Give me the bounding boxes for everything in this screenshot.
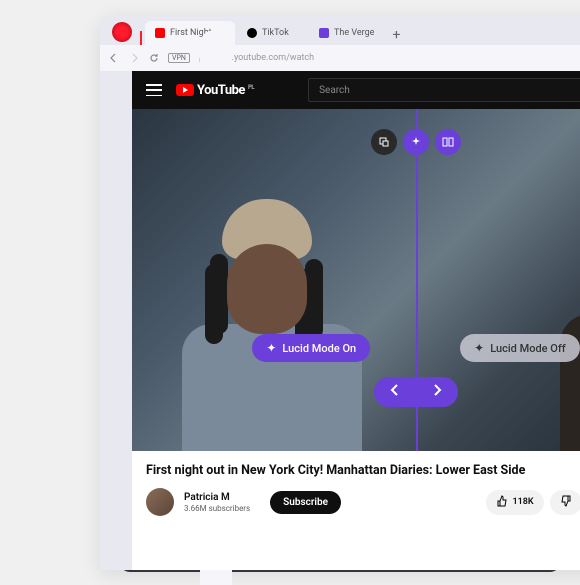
lucid-compare-button[interactable] — [435, 129, 461, 155]
video-frame-right — [530, 169, 580, 451]
youtube-play-icon — [176, 84, 194, 96]
subscribe-button[interactable]: Subscribe — [270, 491, 341, 514]
tab-label: The Verge — [334, 28, 374, 38]
channel-name: Patricia M — [184, 492, 250, 503]
back-button[interactable] — [108, 52, 120, 64]
popout-button[interactable] — [371, 129, 397, 155]
browser-window: First Night out in N TikTok The Verge + … — [100, 15, 580, 570]
video-title: First night out in New York City! Manhat… — [146, 463, 580, 478]
address-bar: VPN 🔒 www.youtube.com/watch — [100, 45, 580, 71]
video-actions: 118K Share — [486, 490, 580, 515]
lucid-mode-on-pill[interactable]: ✦ Lucid Mode On — [252, 334, 370, 362]
like-count: 118K — [513, 497, 534, 507]
active-tab-indicator — [140, 31, 142, 45]
like-button[interactable]: 118K — [486, 490, 544, 515]
lucid-toolbar — [371, 129, 461, 155]
page-content: YouTube PL Search — [132, 71, 580, 570]
tab-strip: First Night out in N TikTok The Verge + — [100, 15, 580, 45]
vpn-badge[interactable]: VPN — [168, 53, 190, 63]
lucid-nav-pill — [374, 377, 458, 407]
youtube-logo[interactable]: YouTube PL — [176, 83, 254, 98]
forward-button[interactable] — [128, 52, 140, 64]
search-input[interactable]: Search — [308, 78, 580, 102]
channel-avatar[interactable] — [146, 488, 174, 516]
youtube-region: PL — [248, 84, 254, 91]
thumbs-down-icon — [560, 495, 572, 510]
youtube-favicon-icon — [155, 28, 165, 38]
url-input[interactable]: 🔒 www.youtube.com/watch — [198, 53, 580, 63]
reload-button[interactable] — [148, 52, 160, 64]
sparkle-icon: ✦ — [474, 341, 484, 355]
dislike-button[interactable] — [550, 490, 580, 515]
hamburger-menu-button[interactable] — [146, 84, 162, 96]
tiktok-favicon-icon — [247, 28, 257, 38]
lucid-mode-off-pill[interactable]: ✦ Lucid Mode Off — [460, 334, 579, 362]
youtube-header: YouTube PL Search — [132, 71, 580, 109]
video-metadata: First night out in New York City! Manhat… — [132, 451, 580, 528]
tab-label: TikTok — [262, 28, 289, 38]
tab-verge[interactable]: The Verge — [309, 21, 384, 45]
sparkle-icon: ✦ — [266, 341, 276, 355]
lucid-prev-button[interactable] — [384, 382, 406, 402]
lucid-sparkle-button[interactable] — [403, 129, 429, 155]
thumbs-up-icon — [496, 495, 508, 510]
video-meta-row: Patricia M 3.66M subscribers Subscribe 1… — [146, 488, 580, 516]
subscriber-count: 3.66M subscribers — [184, 504, 250, 513]
verge-favicon-icon — [319, 28, 329, 38]
new-tab-button[interactable]: + — [386, 25, 406, 45]
video-player[interactable]: ✦ Lucid Mode On ✦ Lucid Mode Off — [132, 109, 580, 451]
lucid-next-button[interactable] — [426, 382, 448, 402]
lucid-on-label: Lucid Mode On — [282, 342, 356, 355]
lucid-mode-labels: ✦ Lucid Mode On ✦ Lucid Mode Off — [132, 334, 580, 362]
video-frame-left — [162, 169, 372, 451]
channel-info[interactable]: Patricia M 3.66M subscribers — [184, 492, 250, 513]
search-placeholder: Search — [319, 85, 350, 96]
lucid-off-label: Lucid Mode Off — [490, 342, 565, 355]
youtube-wordmark: YouTube — [197, 83, 245, 98]
tab-tiktok[interactable]: TikTok — [237, 21, 307, 45]
opera-logo-icon[interactable] — [112, 22, 132, 42]
